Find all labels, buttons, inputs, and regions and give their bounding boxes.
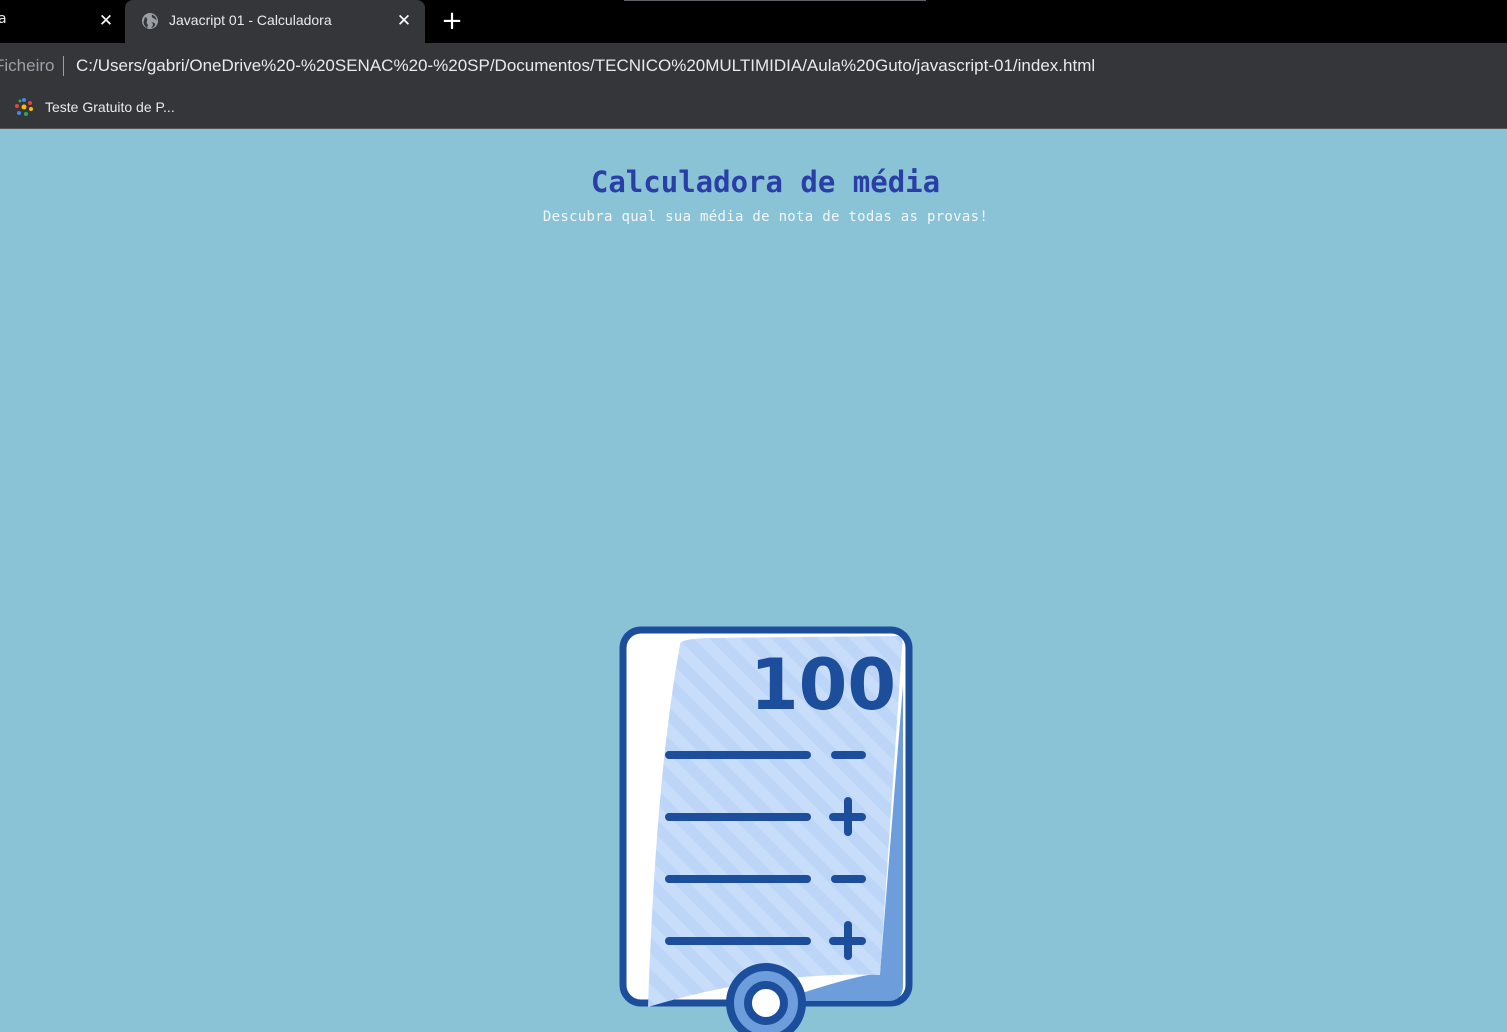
address-url-input[interactable]: C:/Users/gabri/OneDrive%20-%20SENAC%20-%… <box>76 56 1095 76</box>
window-drag-indicator <box>624 0 926 1</box>
address-scheme-label: Ficheiro <box>0 56 55 75</box>
tab-active[interactable]: Javacript 01 - Calculadora ✕ <box>125 0 425 43</box>
bookmark-label: Teste Gratuito de P... <box>45 99 175 115</box>
close-icon[interactable]: ✕ <box>96 11 116 31</box>
address-separator <box>63 56 64 76</box>
tab-title: Javacript 01 - Calculadora <box>169 12 332 28</box>
colorful-dots-icon <box>15 98 33 116</box>
globe-icon <box>142 13 158 29</box>
page-content: Calculadora de média Descubra qual sua m… <box>0 129 1507 1032</box>
page-subtitle: Descubra qual sua média de nota de todas… <box>542 209 989 225</box>
tab-previous[interactable]: a ✕ <box>0 0 124 43</box>
tab-title: a <box>0 11 7 27</box>
bookmark-item[interactable]: Teste Gratuito de P... <box>14 95 175 119</box>
tab-strip: a ✕ Javacript 01 - Calculadora ✕ + <box>0 0 1507 43</box>
new-tab-button[interactable]: + <box>440 8 464 34</box>
page-title: Calculadora de média <box>590 165 941 199</box>
close-icon[interactable]: ✕ <box>394 11 414 31</box>
address-bar[interactable]: Ficheiro C:/Users/gabri/OneDrive%20-%20S… <box>0 43 1507 86</box>
score-text: 100 <box>750 644 896 726</box>
grade-sheet-icon: 100 <box>619 626 913 1032</box>
bookmarks-bar: Teste Gratuito de P... <box>0 86 1507 129</box>
